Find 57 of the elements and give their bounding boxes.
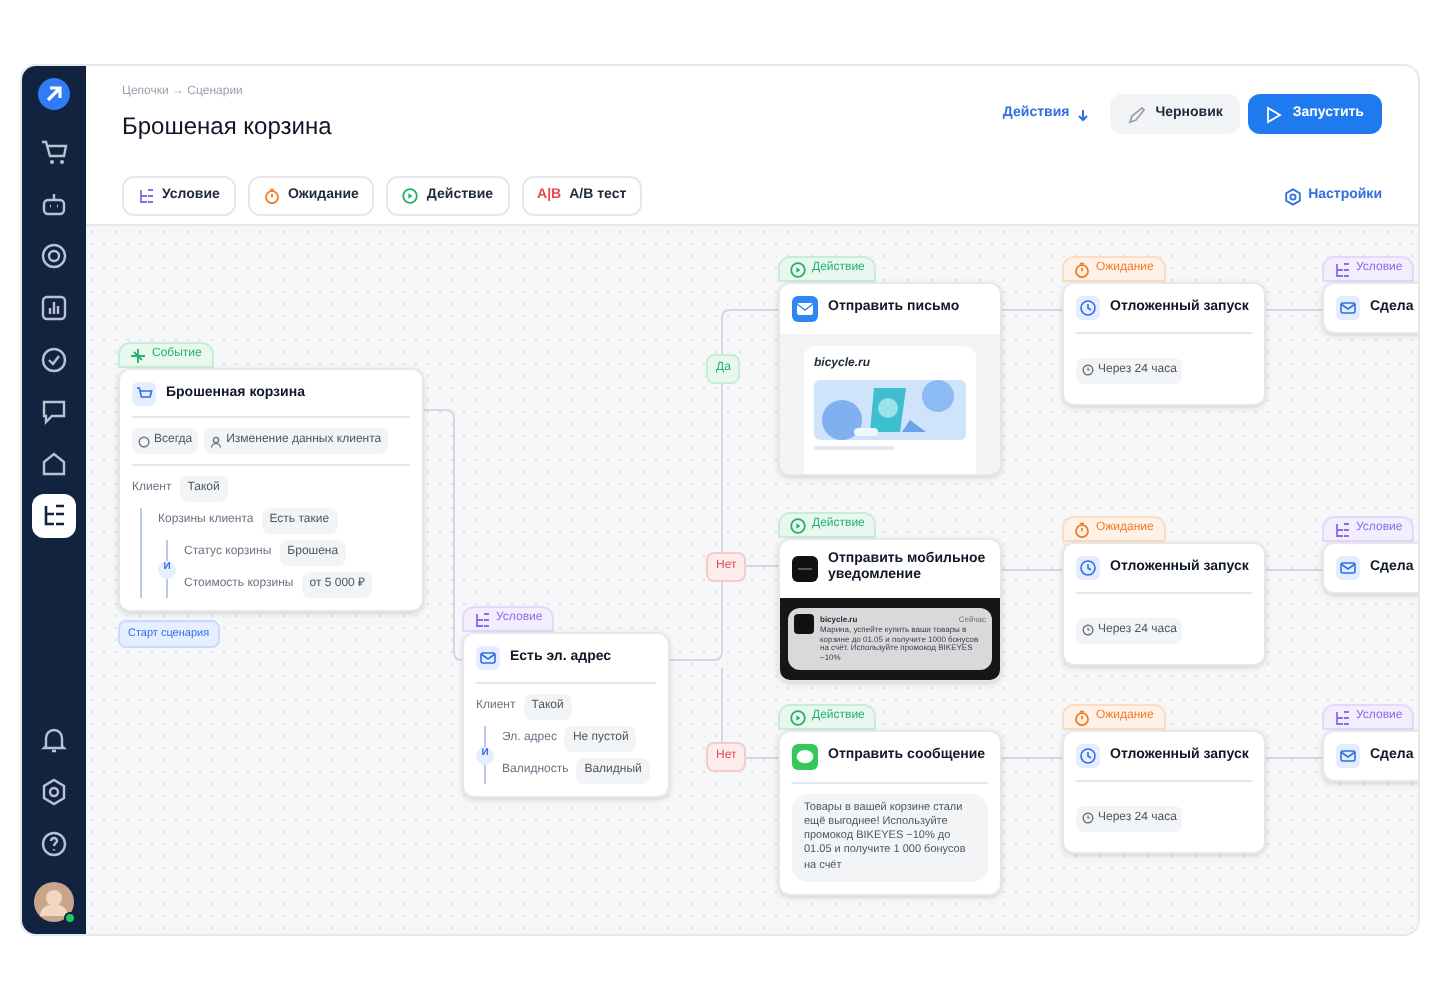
play-circle-icon [790, 261, 806, 277]
connector-line [1001, 309, 1063, 311]
clock-icon [1082, 812, 1094, 824]
arrow-down-icon [1075, 107, 1090, 121]
avatar[interactable] [34, 882, 74, 922]
stopwatch-icon [1074, 709, 1090, 725]
envelope-icon [1336, 296, 1360, 320]
robot-icon [40, 190, 68, 218]
bell-icon[interactable] [40, 726, 68, 754]
mail-icon [792, 296, 818, 322]
connector-line [1001, 757, 1063, 759]
envelope-icon [476, 646, 500, 670]
home-icon [40, 450, 68, 478]
branch-icon [1334, 709, 1350, 725]
branch-icon [474, 611, 490, 627]
clock-icon [1076, 296, 1100, 320]
sidebar-item[interactable] [32, 494, 76, 538]
stopwatch-icon [1074, 521, 1090, 537]
app-icon [792, 555, 818, 582]
settings-icon [1284, 187, 1303, 206]
target-icon [40, 242, 68, 270]
branch-icon [1334, 261, 1350, 277]
connector-line [721, 667, 779, 759]
page-title: Брошеная корзина [122, 110, 332, 144]
chat-icon [40, 398, 68, 426]
help-icon[interactable] [40, 830, 68, 858]
play-circle-icon [790, 709, 806, 725]
chart-icon [40, 294, 68, 322]
stopwatch-icon [1074, 261, 1090, 277]
connector-line [1001, 569, 1063, 571]
clock-icon [1082, 364, 1094, 376]
play-circle-icon [790, 517, 806, 533]
envelope-icon [1336, 556, 1360, 580]
logo-icon [38, 78, 70, 110]
cart-icon [132, 382, 156, 406]
settings-icon[interactable] [40, 778, 68, 806]
app-icon [794, 613, 814, 634]
person-icon [210, 435, 223, 447]
clock-icon [1076, 556, 1100, 580]
connector-line [1265, 569, 1323, 571]
cart-icon [40, 138, 68, 166]
connector-line [1265, 309, 1323, 311]
message-icon [792, 744, 818, 770]
clock-icon [1076, 744, 1100, 768]
branch-icon [138, 188, 154, 204]
play-circle-icon [402, 188, 419, 204]
check-circle-icon [40, 346, 68, 374]
envelope-icon [1336, 744, 1360, 768]
tree-icon [40, 502, 68, 530]
pencil-icon [1127, 105, 1146, 123]
play-icon [1266, 105, 1283, 123]
stopwatch-icon [263, 188, 280, 204]
sparkle-icon [130, 347, 146, 363]
clock-icon [138, 435, 150, 447]
branch-icon [1334, 521, 1350, 537]
connector-line [1265, 757, 1323, 759]
clock-icon [1082, 624, 1094, 636]
